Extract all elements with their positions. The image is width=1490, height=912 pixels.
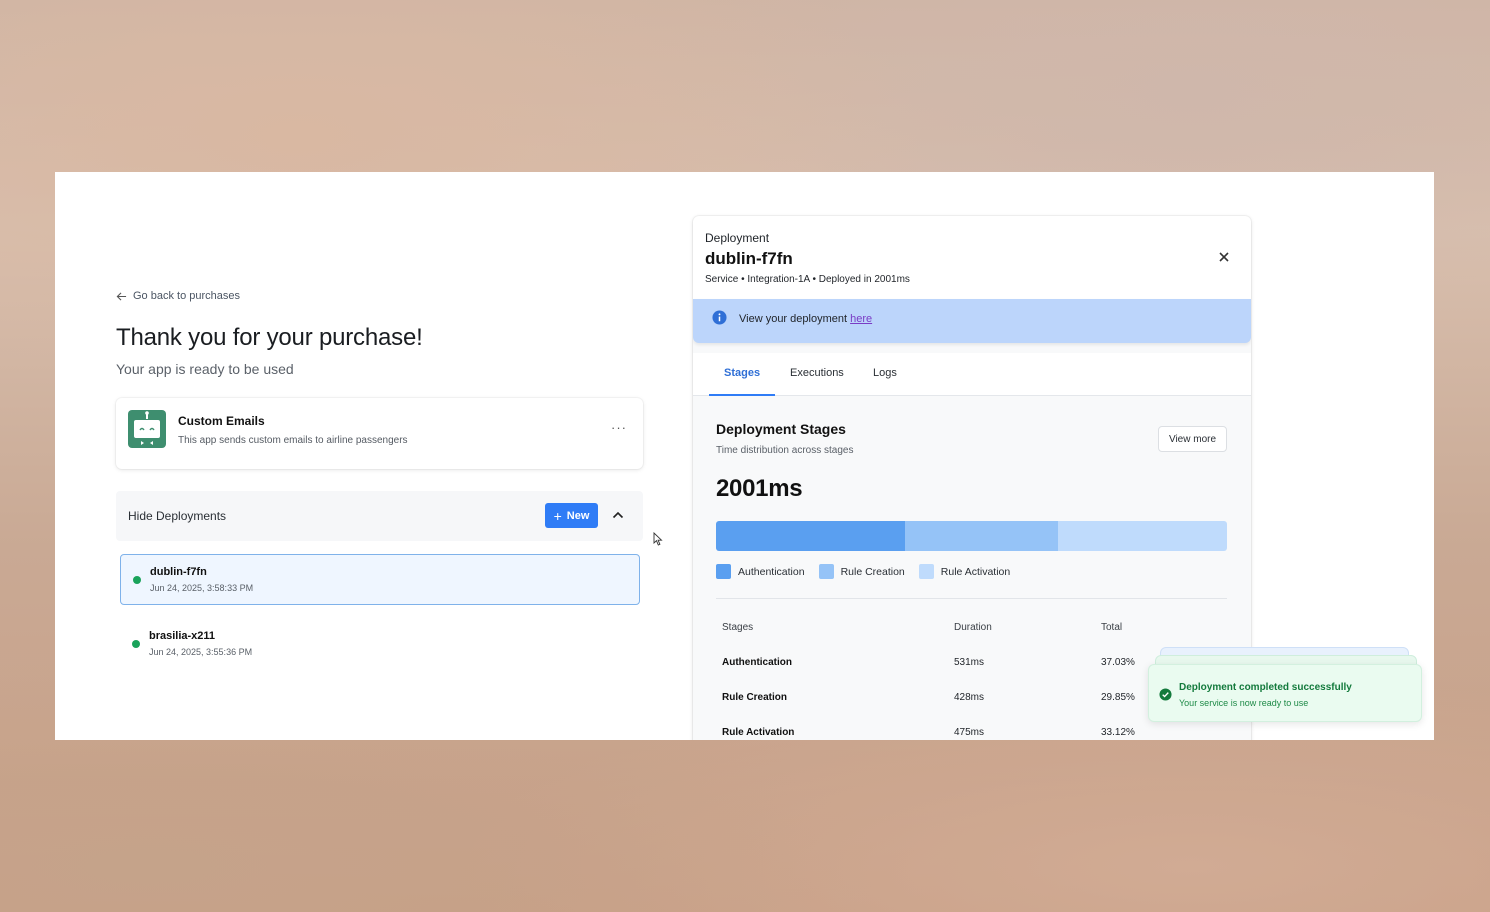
legend-swatch [918, 564, 934, 579]
col-header-stages: Stages [722, 622, 754, 633]
page-title: Thank you for your purchase! [116, 324, 423, 351]
legend-swatch [818, 564, 834, 579]
stage-duration: 531ms [954, 657, 985, 668]
back-link-label: Go back to purchases [133, 290, 241, 302]
panel-kicker: Deployment [705, 231, 770, 245]
robot-logo-icon [128, 410, 166, 448]
legend-item: Rule Creation [818, 564, 905, 579]
stage-name: Rule Activation [722, 727, 795, 738]
chevron-up-icon[interactable] [610, 507, 626, 523]
stage-bar-segment [905, 521, 1058, 551]
stage-duration: 475ms [954, 727, 985, 738]
toast-message: Your service is now ready to use [1179, 698, 1309, 708]
new-button-label: New [566, 509, 590, 522]
stage-bar-segment [716, 521, 906, 551]
legend-item: Rule Activation [918, 564, 1011, 579]
col-header-duration: Duration [954, 622, 992, 633]
success-toast[interactable]: Deployment completed successfully Your s… [1148, 664, 1422, 722]
panel-meta: Service • Integration-1A • Deployed in 2… [705, 274, 910, 285]
deployments-header: Hide Deployments + New [116, 491, 643, 541]
back-link[interactable]: Go back to purchases [116, 290, 240, 302]
toast-title: Deployment completed successfully [1179, 682, 1352, 693]
legend-label: Rule Activation [940, 565, 1011, 578]
more-options-icon[interactable]: ··· [611, 420, 627, 435]
col-header-total: Total [1101, 622, 1123, 633]
deployment-date: Jun 24, 2025, 3:58:33 PM [150, 583, 254, 593]
stage-total: 37.03% [1101, 657, 1135, 668]
view-more-button[interactable]: View more [1158, 426, 1227, 452]
deployment-item-dublin[interactable]: dublin-f7fn Jun 24, 2025, 3:58:33 PM [120, 554, 640, 605]
legend-label: Authentication [738, 565, 805, 578]
new-deployment-button[interactable]: + New [545, 503, 598, 528]
status-dot [132, 640, 140, 648]
divider [716, 598, 1227, 599]
stage-distribution-bar [716, 521, 1227, 551]
deployment-name: dublin-f7fn [150, 566, 207, 578]
stage-name: Authentication [722, 657, 792, 668]
app-card: Custom Emails This app sends custom emai… [116, 398, 643, 469]
legend-item: Authentication [716, 564, 805, 579]
stage-bar-segment [1057, 521, 1227, 551]
plus-icon: + [553, 507, 562, 524]
app-name: Custom Emails [178, 414, 265, 428]
tab-stages[interactable]: Stages [709, 353, 776, 396]
info-banner: View your deployment here [693, 299, 1251, 343]
legend-label: Rule Creation [840, 565, 905, 578]
stage-total: 29.85% [1101, 692, 1135, 703]
stage-duration: 428ms [954, 692, 985, 703]
info-text: View your deployment here [739, 313, 872, 325]
banner-text: View your deployment [739, 313, 848, 325]
deployment-name: brasilia-x211 [149, 630, 216, 642]
arrow-left-icon [116, 291, 127, 301]
close-icon[interactable] [1217, 250, 1231, 264]
mouse-pointer-icon [653, 532, 663, 546]
check-circle-icon [1159, 688, 1172, 701]
stages-subtitle: Time distribution across stages [716, 445, 854, 456]
stage-legend: Authentication Rule Creation Rule Activati… [716, 564, 1010, 579]
tab-logs[interactable]: Logs [858, 353, 912, 396]
hide-deployments-label[interactable]: Hide Deployments [128, 509, 226, 523]
panel-title: dublin-f7fn [705, 249, 793, 268]
deployment-date: Jun 24, 2025, 3:55:36 PM [149, 647, 253, 657]
tab-bar: Stages Executions Logs [693, 353, 1251, 396]
status-dot [133, 576, 141, 584]
info-icon [712, 310, 727, 325]
stage-total: 33.12% [1101, 727, 1135, 738]
view-deployment-link[interactable]: here [850, 313, 872, 325]
deployment-item-brasilia[interactable]: brasilia-x211 Jun 24, 2025, 3:55:36 PM [120, 619, 640, 670]
total-duration: 2001ms [716, 475, 803, 502]
panel-header: Deployment dublin-f7fn Service • Integra… [693, 216, 1251, 300]
main-window: Go back to purchases Thank you for your … [55, 172, 1434, 740]
tab-executions[interactable]: Executions [775, 353, 859, 396]
legend-swatch [716, 564, 731, 579]
app-description: This app sends custom emails to airline … [178, 435, 408, 446]
stage-name: Rule Creation [722, 692, 788, 703]
page-subtitle: Your app is ready to be used [116, 361, 294, 377]
stages-title: Deployment Stages [716, 421, 846, 437]
